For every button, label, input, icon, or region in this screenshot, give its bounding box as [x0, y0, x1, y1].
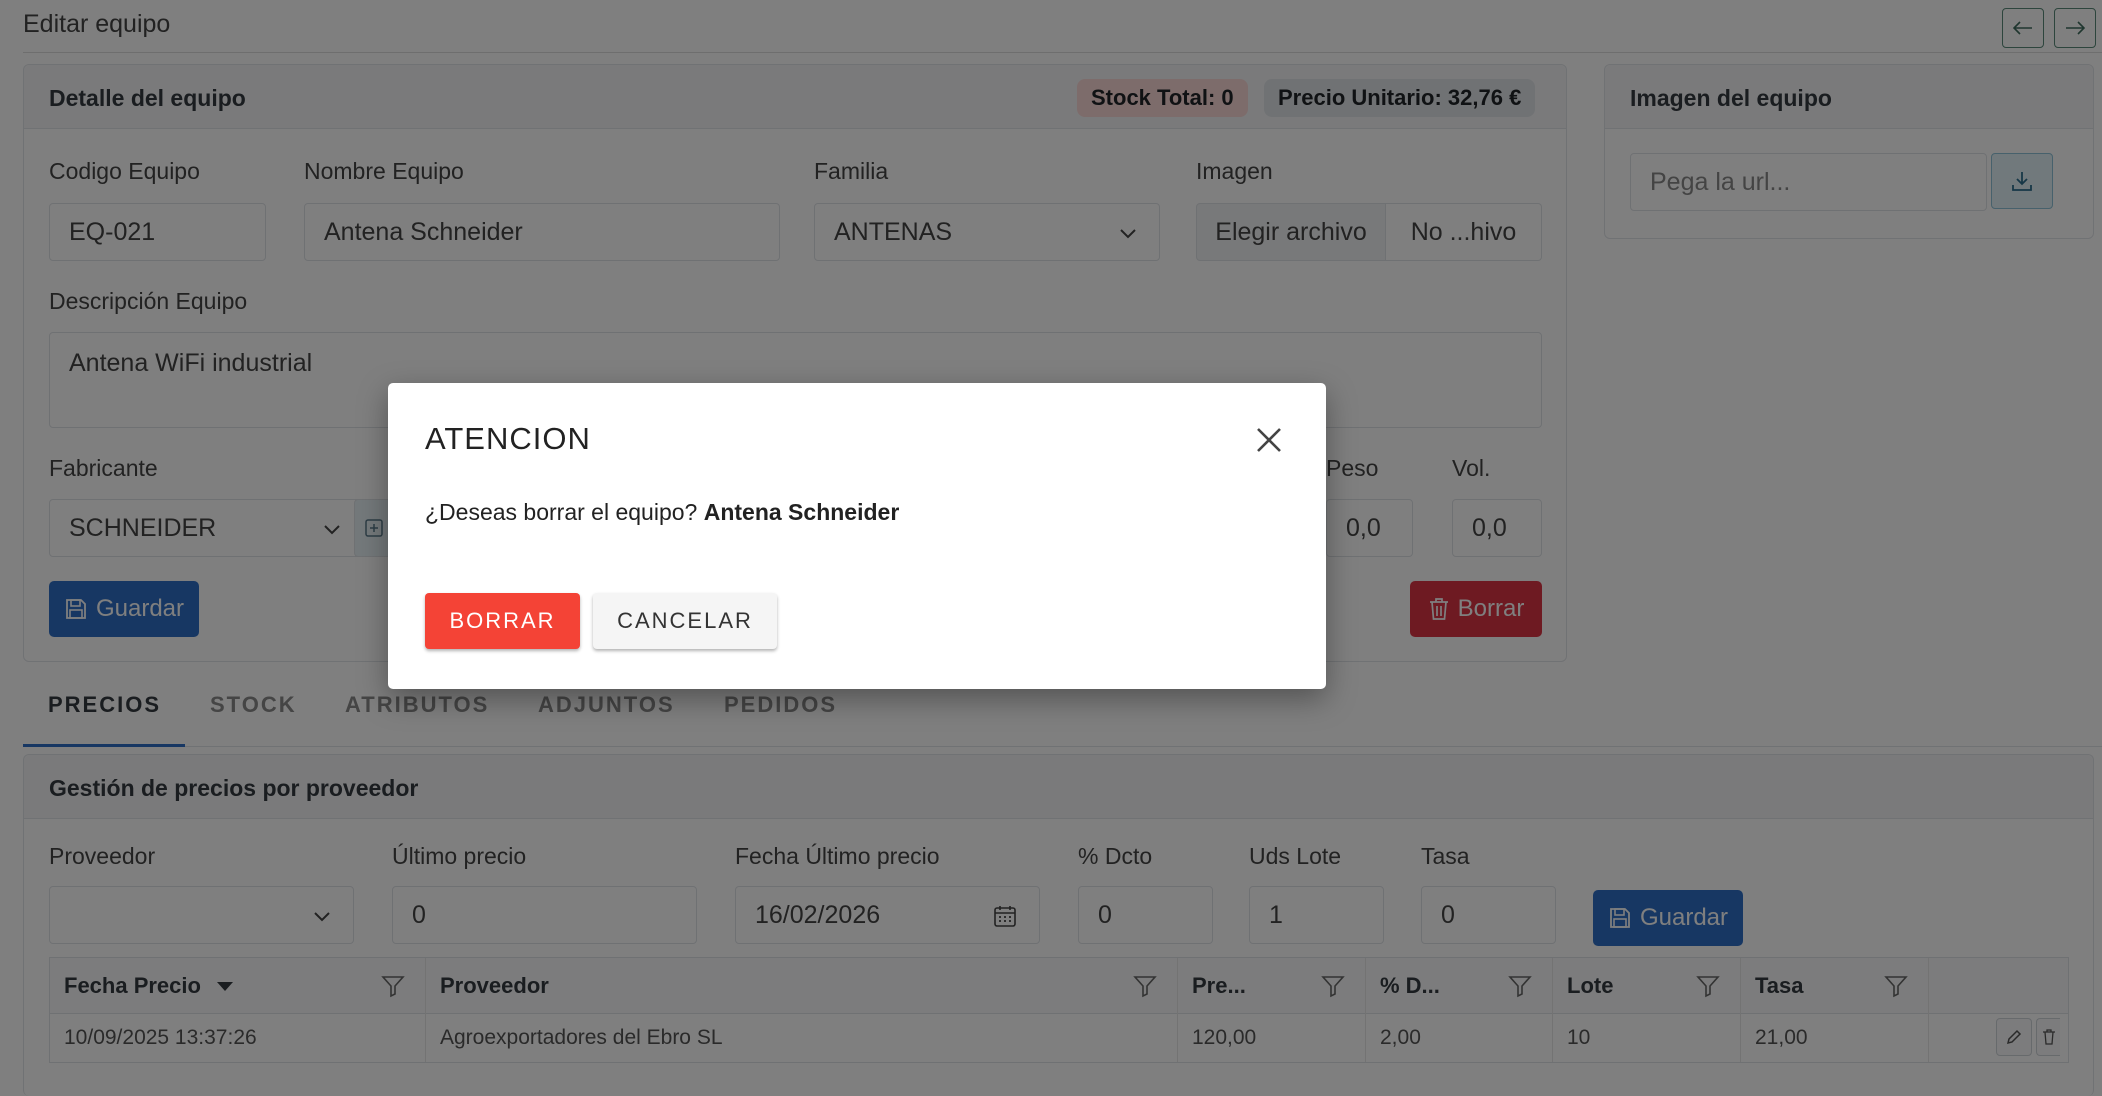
- confirm-delete-button[interactable]: BORRAR: [425, 593, 580, 649]
- dialog-message: ¿Deseas borrar el equipo? Antena Schneid…: [425, 499, 899, 526]
- dialog-title: ATENCION: [425, 421, 591, 456]
- close-icon[interactable]: [1254, 425, 1284, 455]
- confirm-delete-dialog: ATENCION ¿Deseas borrar el equipo? Anten…: [388, 383, 1326, 689]
- dialog-question: ¿Deseas borrar el equipo?: [425, 499, 704, 525]
- edit-equipment-page: Editar equipo Detalle del equipo Stock T…: [0, 0, 2102, 1096]
- cancel-button[interactable]: CANCELAR: [593, 593, 777, 649]
- dialog-item-name: Antena Schneider: [703, 499, 900, 525]
